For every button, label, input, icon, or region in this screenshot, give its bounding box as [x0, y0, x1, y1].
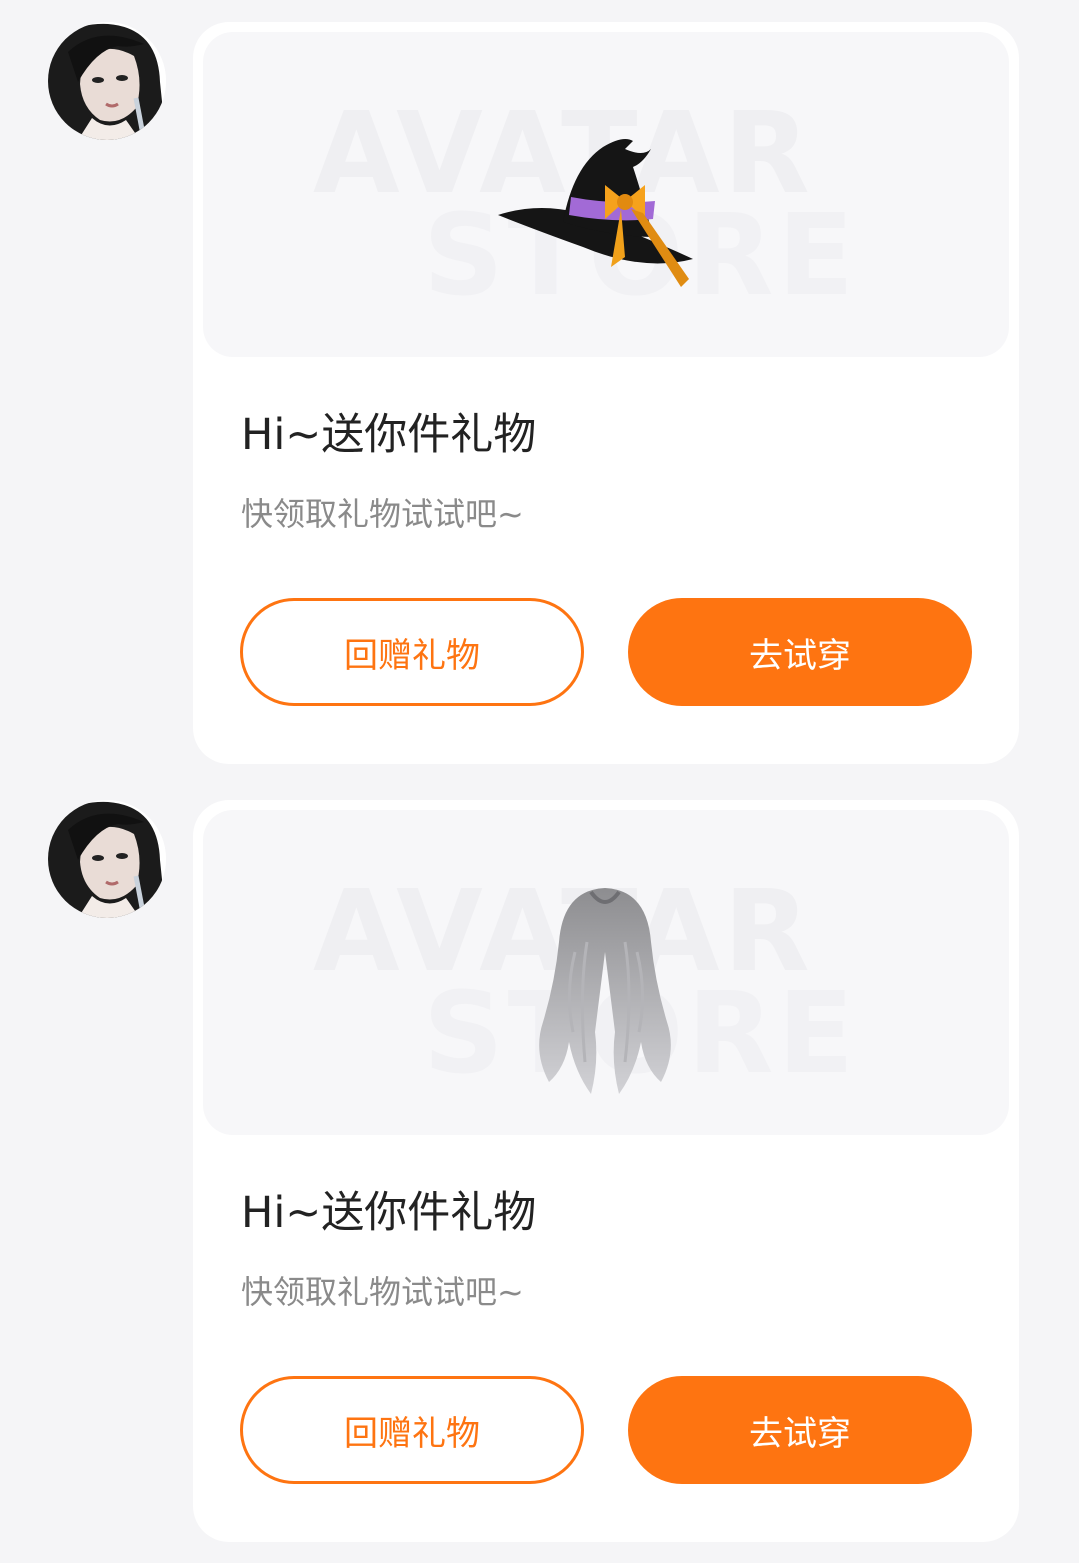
gift-preview[interactable]: AVATAR STORE — [203, 810, 1009, 1135]
wavy-hair-icon — [539, 888, 671, 1094]
return-gift-button[interactable]: 回赠礼物 — [240, 1376, 584, 1484]
try-on-button[interactable]: 去试穿 — [628, 1376, 972, 1484]
user-avatar[interactable] — [48, 800, 166, 918]
user-avatar[interactable] — [48, 22, 166, 140]
try-on-button[interactable]: 去试穿 — [628, 598, 972, 706]
gift-card: AVATAR STORE Hi~送你件礼物 快领取礼物试试吧~ 回赠礼物 去试穿 — [193, 22, 1019, 764]
gift-preview[interactable]: AVATAR STORE — [203, 32, 1009, 357]
gift-title: Hi~送你件礼物 — [241, 1188, 537, 1238]
gift-card: AVATAR STORE Hi~送你件礼物 快领取礼物试试吧~ 回赠礼物 去试穿 — [193, 800, 1019, 1542]
witch-hat-icon — [498, 139, 693, 287]
user-avatar-icon — [48, 800, 166, 918]
gift-subtitle: 快领取礼物试试吧~ — [241, 495, 524, 533]
user-avatar-icon — [48, 22, 166, 140]
gift-subtitle: 快领取礼物试试吧~ — [241, 1273, 524, 1311]
gift-title: Hi~送你件礼物 — [241, 410, 537, 460]
return-gift-button[interactable]: 回赠礼物 — [240, 598, 584, 706]
